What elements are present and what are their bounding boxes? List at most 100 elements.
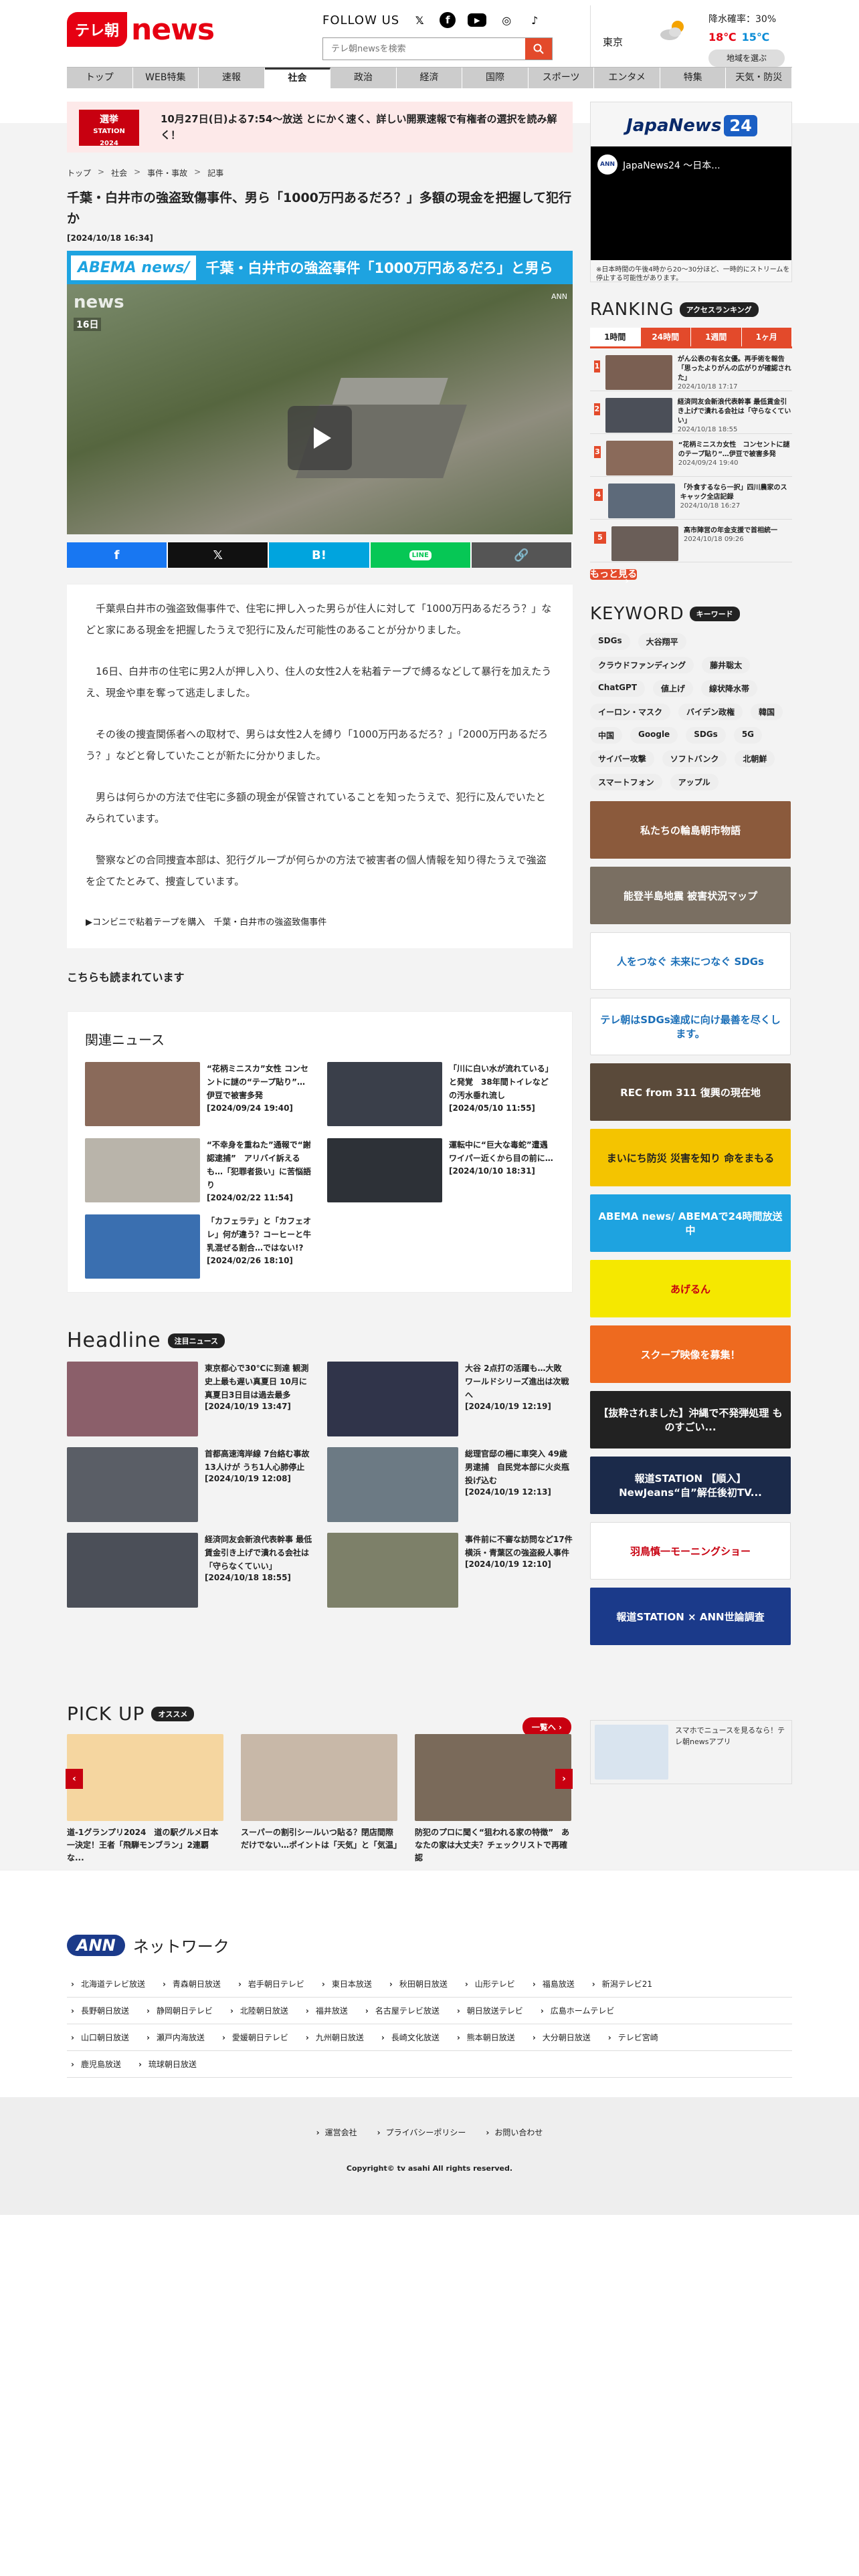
nav-item[interactable]: 社会 xyxy=(264,68,331,88)
keyword-chip[interactable]: 5G xyxy=(733,727,763,744)
network-station-link[interactable]: 名古屋テレビ放送 xyxy=(365,2005,440,2016)
sidebar-banner[interactable]: 私たちの輪島朝市物語 xyxy=(590,801,791,859)
network-station-link[interactable]: 静岡朝日テレビ xyxy=(147,2005,213,2016)
network-station-link[interactable]: 青森朝日放送 xyxy=(163,1978,221,1990)
keyword-chip[interactable]: 韓国 xyxy=(751,704,783,720)
network-station-link[interactable]: 琉球朝日放送 xyxy=(138,2058,197,2070)
sidebar-banner[interactable]: 能登半島地震 被害状況マップ xyxy=(590,867,791,924)
share-line-icon[interactable]: LINE xyxy=(370,542,472,568)
keyword-chip[interactable]: アップル xyxy=(670,774,719,790)
keyword-chip[interactable]: 中国 xyxy=(590,727,623,744)
network-station-link[interactable]: 北陸朝日放送 xyxy=(230,2005,288,2016)
related-news-item[interactable]: “不幸身を重ねた”通報で“謝認逮捕” アリバイ訴えるも…「犯罪者扱い」に苦悩語り… xyxy=(85,1138,312,1202)
ranking-item[interactable]: 2 経済同友会新浪代表幹事 最低賃金引き上げで潰れる会社は「守らなくていい」 202… xyxy=(590,391,792,434)
network-station-link[interactable]: テレビ宮崎 xyxy=(608,2032,658,2043)
share-facebook-icon[interactable]: f xyxy=(67,542,169,568)
pickup-next-arrow[interactable]: › xyxy=(555,1769,573,1789)
election-banner[interactable]: 選挙 STATION 2024 10月27日(日)よる7:54～放送 とにかく速… xyxy=(67,102,573,152)
area-select-button[interactable]: 地域を選ぶ xyxy=(708,49,785,67)
app-promo[interactable]: スマホでニュースを見るなら！テレ朝newsアプリ xyxy=(590,1720,792,1784)
pickup-item[interactable]: 防犯のプロに聞く“狙われる家の特徴” あなたの家は大丈夫？チェックリストで再確認 xyxy=(415,1734,571,1864)
sidebar-banner[interactable]: 羽鳥慎一モーニングショー xyxy=(590,1522,791,1580)
footer-link-company[interactable]: 運営会社 xyxy=(316,2127,357,2138)
keyword-chip[interactable]: Google xyxy=(630,727,678,744)
keyword-chip[interactable]: ChatGPT xyxy=(590,680,646,697)
related-news-item[interactable]: 運転中に“巨大な毒蛇”遭遇 ワイパー近くから目の前に… [2024/10/10 1… xyxy=(327,1138,556,1202)
nav-item[interactable]: 天気・防災 xyxy=(726,68,793,88)
network-station-link[interactable]: 九州朝日放送 xyxy=(306,2032,364,2043)
nav-item[interactable]: 政治 xyxy=(330,68,397,88)
sidebar-banner[interactable]: 報道STATION 【順入】NewJeans“自”解任後初TV... xyxy=(590,1457,791,1514)
keyword-chip[interactable]: ソフトバンク xyxy=(662,750,727,767)
network-station-link[interactable]: 愛媛朝日テレビ xyxy=(222,2032,288,2043)
network-station-link[interactable]: 岩手朝日テレビ xyxy=(238,1978,304,1990)
network-station-link[interactable]: 長野朝日放送 xyxy=(71,2005,129,2016)
youtube-icon[interactable]: ▶ xyxy=(468,13,487,27)
ranking-tab[interactable]: 1ヶ月 xyxy=(741,328,792,346)
sidebar-banner[interactable]: 【抜粋されました】沖縄で不発弾処理 ものすごい... xyxy=(590,1391,791,1448)
footer-link-privacy[interactable]: プライバシーポリシー xyxy=(377,2127,466,2138)
headline-item[interactable]: 経済同友会新浪代表幹事 最低賃金引き上げで潰れる会社は「守らなくていい」 [202… xyxy=(67,1533,312,1608)
play-button[interactable] xyxy=(288,406,352,470)
network-station-link[interactable]: 福島放送 xyxy=(533,1978,575,1990)
pickup-item[interactable]: 道-1グランプリ2024 道の駅グルメ日本一決定！王者「飛騨モンブラン」2連覇な… xyxy=(67,1734,223,1864)
nav-item[interactable]: 特集 xyxy=(660,68,727,88)
share-x-icon[interactable]: 𝕏 xyxy=(168,542,270,568)
network-station-link[interactable]: 長崎文化放送 xyxy=(381,2032,440,2043)
network-station-link[interactable]: 山口朝日放送 xyxy=(71,2032,129,2043)
headline-item[interactable]: 総理官邸の柵に車突入 49歳男逮捕 自民党本部に火炎瓶投げ込む [2024/10/… xyxy=(327,1447,573,1522)
ranking-tab[interactable]: 1週間 xyxy=(691,328,742,346)
breadcrumb-society[interactable]: 社会 xyxy=(111,167,127,179)
headline-item[interactable]: 首都高速湾岸線 7台絡む事故 13人けが うち1人心肺停止 [2024/10/19… xyxy=(67,1447,318,1522)
video-player[interactable]: ABEMA news/ 千葉・白井市の強盗事件「1000万円あるだろ」と男ら n… xyxy=(67,251,573,534)
keyword-chip[interactable]: バイデン政権 xyxy=(678,704,743,720)
site-logo[interactable]: テレ朝 news xyxy=(67,12,215,47)
keyword-chip[interactable]: SDGs xyxy=(686,727,726,744)
keyword-chip[interactable]: 大谷翔平 xyxy=(638,633,686,650)
network-station-link[interactable]: 東日本放送 xyxy=(322,1978,372,1990)
keyword-chip[interactable]: 線状降水帯 xyxy=(701,680,758,697)
nav-item[interactable]: トップ xyxy=(67,68,133,88)
sidebar-banner[interactable]: REC from 311 復興の現在地 xyxy=(590,1063,791,1121)
headline-item[interactable]: 大谷 2点打の活躍も…大敗 ワールドシリーズ進出は次戦へ [2024/10/19 … xyxy=(327,1362,573,1436)
network-station-link[interactable]: 新潟テレビ21 xyxy=(592,1978,652,1990)
related-article-link[interactable]: ▶コンビニで粘着テープを購入 千葉・白井市の強盗致傷事件 xyxy=(86,918,326,928)
related-news-item[interactable]: “花柄ミニスカ”女性 コンセントに謎の“テープ貼り”…伊豆で被害多発 [2024/… xyxy=(85,1062,312,1126)
sidebar-banner[interactable]: あげるん xyxy=(590,1260,791,1317)
nav-item[interactable]: 経済 xyxy=(396,68,463,88)
network-station-link[interactable]: 熊本朝日放送 xyxy=(457,2032,515,2043)
keyword-chip[interactable]: スマートフォン xyxy=(590,774,662,790)
tiktok-icon[interactable]: ♪ xyxy=(527,12,543,28)
keyword-chip[interactable]: クラウドファンディング xyxy=(590,657,694,673)
keyword-chip[interactable]: イーロン・マスク xyxy=(590,704,671,720)
sidebar-banner[interactable]: スクープ映像を募集！ xyxy=(590,1325,791,1383)
network-station-link[interactable]: 広島ホームテレビ xyxy=(541,2005,615,2016)
nav-item[interactable]: スポーツ xyxy=(528,68,595,88)
facebook-icon[interactable]: f xyxy=(440,12,456,28)
nav-item[interactable]: WEB特集 xyxy=(132,68,199,88)
related-news-item[interactable]: 「川に白い水が流れている」と発覚 38年間トイレなどの汚水垂れ流し [2024/0… xyxy=(327,1062,555,1126)
share-hatena-icon[interactable]: B! xyxy=(269,542,371,568)
keyword-chip[interactable]: 北朝鮮 xyxy=(735,750,775,767)
sidebar-banner[interactable]: テレ朝はSDGs達成に向け最善を尽くします。 xyxy=(590,998,791,1055)
sidebar-banner[interactable]: 報道STATION × ANN世論調査 xyxy=(590,1588,791,1645)
network-station-link[interactable]: 朝日放送テレビ xyxy=(457,2005,523,2016)
search-input[interactable] xyxy=(323,38,525,60)
search-button[interactable] xyxy=(525,38,552,60)
network-station-link[interactable]: 山形テレビ xyxy=(465,1978,515,1990)
pickup-item[interactable]: スーパーの割引シールいつ貼る？閉店間際だけでない…ポイントは「天気」と「気温」 xyxy=(241,1734,401,1864)
network-station-link[interactable]: 福井放送 xyxy=(306,2005,348,2016)
ranking-item[interactable]: 1 がん公表の有名女優。再手術を報告「思ったよりがんの広がりが確認された」 2024… xyxy=(590,348,792,391)
nav-item[interactable]: 国際 xyxy=(462,68,529,88)
footer-link-contact[interactable]: お問い合わせ xyxy=(486,2127,543,2138)
japanews24-logo[interactable]: JapaNews 24 xyxy=(604,109,779,142)
ranking-item[interactable]: 3 “花柄ミニスカ女性 コンセントに謎のテープ貼り”…伊豆で被害多発 2024/09… xyxy=(590,434,792,477)
network-station-link[interactable]: 瀬戸内海放送 xyxy=(147,2032,205,2043)
network-station-link[interactable]: 北海道テレビ放送 xyxy=(71,1978,145,1990)
instagram-icon[interactable]: ◎ xyxy=(498,12,514,28)
headline-item[interactable]: 事件前に不審な訪問など17件 横浜・青葉区の強盗殺人事件 [2024/10/19 … xyxy=(327,1533,581,1608)
breadcrumb-top[interactable]: トップ xyxy=(67,167,91,179)
keyword-chip[interactable]: SDGs xyxy=(590,633,630,650)
ranking-tab[interactable]: 24時間 xyxy=(640,328,691,346)
pickup-prev-arrow[interactable]: ‹ xyxy=(66,1769,83,1789)
